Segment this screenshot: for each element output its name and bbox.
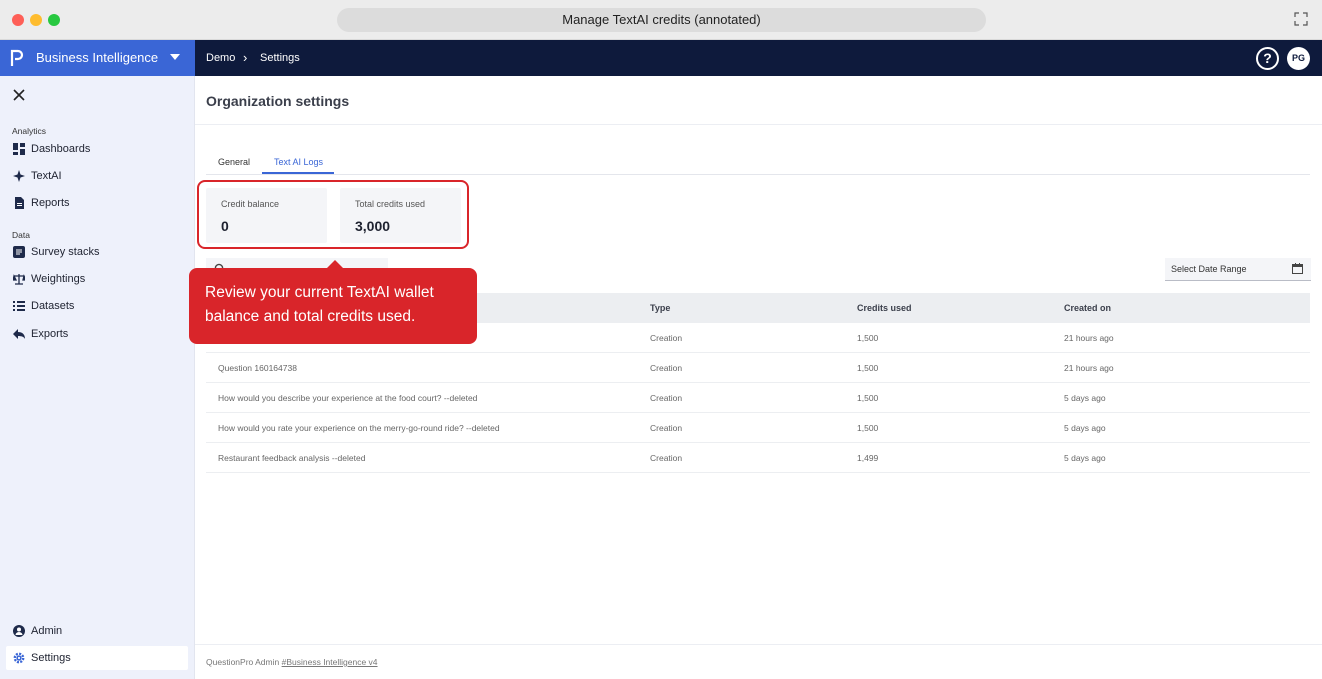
close-icon[interactable] <box>12 88 26 102</box>
callout-arrow <box>327 260 343 268</box>
divider <box>195 124 1322 125</box>
workspace-switcher[interactable]: Business Intelligence <box>0 40 195 76</box>
column-header-created-on[interactable]: Created on <box>1064 303 1111 313</box>
breadcrumb-separator-icon: › <box>243 50 248 65</box>
cell-type: Creation <box>650 453 683 463</box>
sidebar-item-settings[interactable]: Settings <box>6 646 188 670</box>
divider <box>195 644 1322 645</box>
cell-name: Question 160164738 <box>218 363 297 373</box>
cell-type: Creation <box>650 423 683 433</box>
gear-icon <box>13 652 25 664</box>
sidebar-item-admin[interactable]: Admin <box>6 619 188 643</box>
cell-credits: 1,500 <box>857 423 879 433</box>
scale-icon <box>13 274 25 285</box>
table-row[interactable]: How would you rate your experience on th… <box>206 413 1310 443</box>
cell-created: 5 days ago <box>1064 423 1106 433</box>
main-content: Organization settings General Text AI Lo… <box>195 76 1322 679</box>
sidebar-item-label: Reports <box>31 197 70 209</box>
column-header-credits-used[interactable]: Credits used <box>857 303 912 313</box>
list-icon <box>13 301 25 311</box>
footer: QuestionPro Admin #Business Intelligence… <box>206 657 378 667</box>
sidebar-item-weightings[interactable]: Weightings <box>6 267 188 291</box>
section-label-data: Data <box>12 230 30 240</box>
top-navbar: Demo › Settings ? PG <box>195 40 1322 76</box>
callout-text: Review your current TextAI wallet balanc… <box>205 284 434 325</box>
cell-name: How would you rate your experience on th… <box>218 423 500 433</box>
sidebar-item-exports[interactable]: Exports <box>6 322 188 346</box>
sparkle-icon <box>13 170 25 182</box>
brand-logo-icon <box>10 49 24 66</box>
divider <box>206 174 1310 175</box>
page-title: Organization settings <box>206 93 350 109</box>
annotation-callout: Review your current TextAI wallet balanc… <box>189 260 477 344</box>
calendar-icon <box>1292 263 1303 274</box>
cell-created: 21 hours ago <box>1064 363 1114 373</box>
minimize-window-button[interactable] <box>30 14 42 26</box>
help-button[interactable]: ? <box>1256 47 1279 70</box>
annotation-highlight-box <box>197 180 469 249</box>
cell-created: 21 hours ago <box>1064 333 1114 343</box>
sidebar-item-label: Settings <box>31 652 71 664</box>
workspace-name: Business Intelligence <box>36 50 159 65</box>
user-avatar[interactable]: PG <box>1287 47 1310 70</box>
cell-credits: 1,500 <box>857 333 879 343</box>
breadcrumb-settings: Settings <box>260 52 300 64</box>
chevron-down-icon <box>170 54 180 60</box>
tab-text-ai-logs[interactable]: Text AI Logs <box>274 157 323 167</box>
dashboard-icon <box>13 143 25 155</box>
cell-credits: 1,499 <box>857 453 879 463</box>
section-label-analytics: Analytics <box>12 126 47 136</box>
sidebar-item-survey-stacks[interactable]: Survey stacks <box>6 240 188 264</box>
active-tab-indicator <box>262 172 334 174</box>
cell-credits: 1,500 <box>857 393 879 403</box>
sidebar-item-label: Exports <box>31 328 69 340</box>
maximize-window-button[interactable] <box>48 14 60 26</box>
cell-name: How would you describe your experience a… <box>218 393 478 403</box>
column-header-type[interactable]: Type <box>650 303 670 313</box>
footer-text: QuestionPro Admin <box>206 657 280 667</box>
window-titlebar: Manage TextAI credits (annotated) <box>0 0 1322 40</box>
date-range-picker[interactable]: Select Date Range <box>1165 258 1311 281</box>
sidebar-item-label: Weightings <box>31 273 86 285</box>
sidebar-item-label: Admin <box>31 625 63 637</box>
cell-name: Restaurant feedback analysis --deleted <box>218 453 366 463</box>
sidebar-item-label: Datasets <box>31 300 75 312</box>
sidebar-item-dashboards[interactable]: Dashboards <box>6 137 188 161</box>
sidebar-item-label: Dashboards <box>31 143 91 155</box>
sidebar: Analytics Dashboards TextAI Reports Data… <box>0 76 195 679</box>
cell-type: Creation <box>650 363 683 373</box>
stack-icon <box>13 246 25 258</box>
table-row[interactable]: Question 160164738 Creation 1,500 21 hou… <box>206 353 1310 383</box>
table-row[interactable]: How would you describe your experience a… <box>206 383 1310 413</box>
date-range-label: Select Date Range <box>1171 264 1247 274</box>
cell-created: 5 days ago <box>1064 393 1106 403</box>
admin-icon <box>13 625 25 637</box>
cell-created: 5 days ago <box>1064 453 1106 463</box>
tab-general[interactable]: General <box>218 157 250 167</box>
breadcrumb-demo[interactable]: Demo <box>206 51 235 65</box>
sidebar-item-label: Survey stacks <box>31 246 100 258</box>
cell-credits: 1,500 <box>857 363 879 373</box>
cell-type: Creation <box>650 393 683 403</box>
sidebar-item-reports[interactable]: Reports <box>6 191 188 215</box>
export-icon <box>13 329 25 339</box>
sidebar-item-label: TextAI <box>31 170 62 182</box>
window-title: Manage TextAI credits (annotated) <box>337 8 986 32</box>
cell-type: Creation <box>650 333 683 343</box>
footer-version-link[interactable]: #Business Intelligence v4 <box>282 657 378 667</box>
sidebar-item-textai[interactable]: TextAI <box>6 164 188 188</box>
report-icon <box>15 197 24 209</box>
table-row[interactable]: Restaurant feedback analysis --deleted C… <box>206 443 1310 473</box>
close-window-button[interactable] <box>12 14 24 26</box>
sidebar-item-datasets[interactable]: Datasets <box>6 294 188 318</box>
expand-icon[interactable] <box>1294 12 1308 26</box>
